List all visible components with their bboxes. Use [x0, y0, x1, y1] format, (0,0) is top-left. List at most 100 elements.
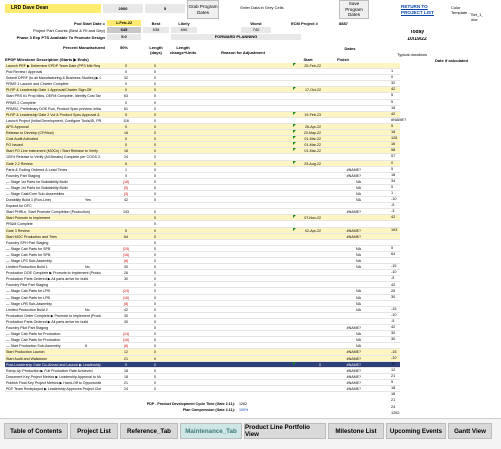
color-template-label: Color Template→: [451, 5, 472, 15]
spreadsheet-sheet: LRD Dave Dean 2000 5 Grab Program Dates …: [5, 0, 483, 440]
typical-duration-value: 34: [391, 178, 396, 183]
sheet-tab-milestone-list[interactable]: Milestone List: [328, 423, 384, 439]
cell-comment-indicator: [293, 148, 296, 152]
typical-duration-value: 5: [391, 166, 394, 171]
cell-comment-indicator: [293, 136, 296, 140]
desc-header: EPDP Milestone Description (Starts ▶ End…: [5, 57, 89, 62]
plan-compression-value: 100%: [239, 408, 249, 412]
sheet-tab-upcoming-events[interactable]: Upcoming Events: [386, 423, 446, 439]
enter-data-hint: Enter Data in Grey Cells: [240, 5, 284, 10]
part-count-1[interactable]: 645: [107, 27, 141, 33]
typical-duration-value: 1: [391, 191, 394, 195]
cell-comment-indicator: [293, 63, 296, 66]
typical-duration-value: 0: [391, 75, 394, 80]
length-change-header: Length change+Units: [169, 45, 197, 55]
typical-duration-value: 18: [391, 172, 396, 177]
percent-value[interactable]: 50%: [107, 45, 141, 50]
pod-start-value[interactable]: 1-Feb-22: [107, 20, 141, 26]
owner-cell[interactable]: LRD Dave Dean: [5, 4, 101, 13]
pdp-cycle-value: 1262: [239, 402, 247, 406]
typical-duration-value: -3: [391, 209, 395, 214]
part-count-3[interactable]: 690: [171, 27, 197, 33]
today-label: Today: [409, 30, 425, 35]
sheet-tab-bar: Table of Contents Project List Reference_T…: [0, 418, 501, 449]
cell-comment-indicator: [293, 215, 296, 219]
typical-duration-value: 42: [391, 87, 396, 92]
typical-duration-value: 126: [391, 136, 398, 141]
typical-duration-value: -5: [391, 203, 395, 208]
phase3-label: Phase 3 Exp PTS Available To Promote Des…: [16, 35, 105, 40]
cell-comment-indicator: [293, 142, 296, 146]
sheet-tab-reference-tab[interactable]: Reference_Tab: [120, 423, 178, 439]
milestone-length[interactable]: 24: [113, 386, 139, 392]
typical-duration-value: 42: [391, 215, 396, 220]
cell-comment-indicator: [293, 111, 296, 115]
typical-duration-value: -15: [391, 264, 397, 269]
milestone-finish-date: #NAME?: [346, 386, 361, 391]
cell-comment-indicator: [293, 361, 296, 365]
sheet-tab-table-of-contents[interactable]: Table of Contents: [4, 423, 68, 439]
typical-duration-value: -5: [391, 276, 395, 281]
typical-duration-value: 16: [391, 105, 396, 110]
cell-comment-indicator: [293, 160, 296, 164]
dates-header: Dates: [344, 46, 356, 51]
typical-duration-value: 21: [391, 398, 396, 403]
cell-comment-indicator: [293, 130, 296, 134]
typical-duration-value: 42: [391, 282, 396, 287]
typical-duration-value: -10: [391, 355, 397, 360]
count-cell-1[interactable]: 2000: [103, 4, 143, 13]
typical-duration-value: -15: [391, 349, 397, 354]
typical-duration-value: 18: [391, 392, 396, 397]
typical-duration-value: 5: [391, 93, 394, 98]
save-program-dates-button[interactable]: Save Program Dates: [339, 0, 369, 19]
cell-comment-indicator: [293, 123, 296, 127]
typical-duration-value: 42: [391, 111, 396, 116]
ecm-label: ECM Project #: [291, 21, 318, 26]
typical-duration-value: 16: [391, 142, 396, 147]
typical-duration-value: 5: [391, 380, 394, 385]
sheet-tab-gantt-view[interactable]: Gantt View: [448, 423, 492, 439]
ecm-value[interactable]: 8887: [339, 21, 363, 26]
typical-duration-value: 57: [391, 154, 396, 159]
pdp-cycle-label: PDP - Product Development Cycle Time (Ga…: [146, 402, 235, 406]
typical-duration-value: 12: [391, 367, 396, 372]
typical-duration-value: 16: [391, 130, 396, 134]
grab-program-dates-button[interactable]: Grab Program Dates: [187, 0, 219, 19]
count-cell-2[interactable]: 5: [145, 4, 185, 13]
typical-duration-value: 5: [391, 123, 394, 128]
sheet-tab-product-line-portfolio-view[interactable]: Product Line Portfolio View: [244, 423, 326, 439]
cell-comment-indicator: [293, 87, 296, 91]
phase3-value[interactable]: 5.0: [107, 34, 141, 40]
typical-duration-value: -10: [391, 197, 397, 202]
typical-duration-value: 58: [391, 148, 396, 153]
part-count-2[interactable]: 538: [143, 27, 169, 33]
part-count-4[interactable]: 740: [241, 27, 271, 33]
typical-duration-value: -10: [391, 270, 397, 275]
milestone-description: PDF Team Redeployed ▶ Leadership Approve…: [6, 386, 101, 391]
set-color-label[interactable]: Set_1_c olor: [471, 12, 483, 24]
cell-comment-indicator: [293, 227, 296, 231]
milestone-table: Launch PRF ▶ Determine EPDP Team Date (P…: [5, 63, 400, 393]
sheet-tab-project-list[interactable]: Project List: [70, 423, 118, 439]
milestone-row[interactable]: PDF Team Redeployed ▶ Leadership Approve…: [5, 386, 400, 393]
typical-duration-value: 64: [391, 252, 396, 256]
typical-duration-value: 21: [391, 374, 396, 378]
sheet-tab-maintenance-tab[interactable]: Maintenance_Tab: [180, 423, 242, 439]
typical-duration-value: 24: [391, 404, 396, 409]
typical-duration-value: 30: [391, 331, 396, 336]
typical-duration-value: #NAME?: [391, 117, 407, 122]
typical-duration-value: 30: [391, 294, 396, 299]
return-to-project-list-link[interactable]: RETURN TO PROJECT LIST: [401, 4, 439, 15]
typical-duration-value: -10: [391, 313, 397, 317]
typical-durations-label: Typical durations: [397, 52, 428, 57]
date-calculated-label: Date if calculated: [435, 58, 468, 63]
finish-header: Finish: [337, 57, 349, 62]
milestone-length-change[interactable]: 0: [142, 386, 168, 392]
reason-header: Reason for Adjustment: [221, 50, 265, 55]
worst-header: Worst: [250, 21, 262, 26]
today-value: 10/19/22: [407, 37, 427, 42]
typical-duration-value: 5: [391, 245, 394, 250]
typical-duration-value: 1: [391, 69, 394, 73]
start-header: Start: [303, 57, 313, 62]
typical-duration-value: 1262: [391, 410, 400, 415]
